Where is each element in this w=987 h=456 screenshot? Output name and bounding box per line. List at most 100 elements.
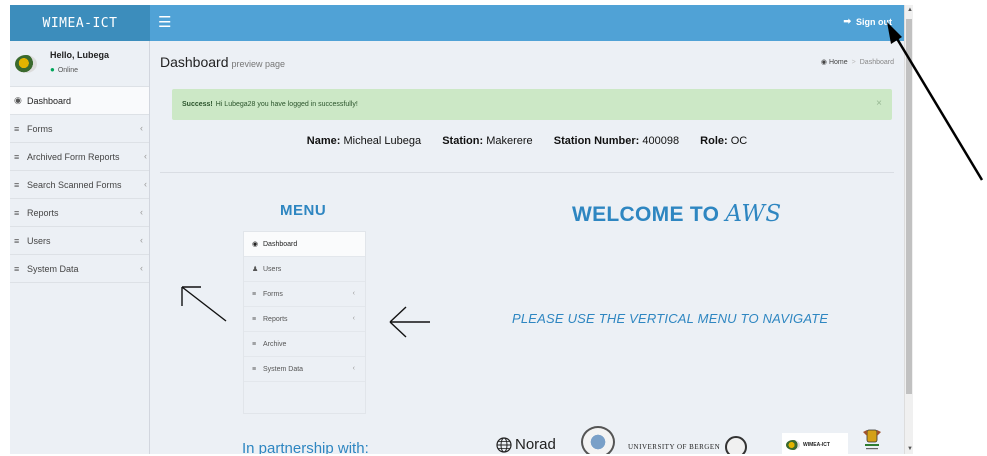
sidebar: Hello, Lubega ● Online ◉ Dashboard ≡ Form…	[10, 41, 150, 454]
breadcrumb: ◉ Home > Dashboard	[821, 58, 894, 66]
chevron-left-icon: ‹	[144, 179, 147, 189]
user-greeting: Hello, Lubega	[50, 50, 110, 60]
page-title-text: Dashboard	[160, 54, 229, 70]
sidebar-item-search-scanned-forms[interactable]: ≡ Search Scanned Forms ‹	[10, 171, 149, 199]
station-number-value: 400098	[642, 135, 680, 147]
station-label: Station:	[442, 135, 484, 147]
menu-preview-item: ≡ Archive	[244, 332, 365, 357]
menu-preview-label: Archive	[263, 340, 287, 348]
sign-out-icon: ➡	[843, 16, 851, 26]
station-number-label: Station Number:	[553, 135, 640, 147]
menu-preview-item: ♟ Users	[244, 257, 365, 282]
sidebar-item-label: Archived Form Reports	[27, 151, 120, 162]
hamburger-icon[interactable]: ☰	[158, 15, 171, 30]
welcome-prefix: WELCOME TO	[572, 203, 720, 226]
alert-strong: Success!	[182, 101, 213, 108]
list-icon: ≡	[14, 263, 20, 274]
bergen-seal-icon	[725, 436, 748, 454]
navigate-instruction: PLEASE USE THE VERTICAL MENU TO NAVIGATE	[512, 311, 829, 326]
chevron-left-icon: ‹	[352, 365, 355, 372]
menu-title: MENU	[280, 202, 327, 219]
sidebar-item-label: Reports	[27, 207, 59, 218]
success-alert: Success! Hi Lubega28 you have logged in …	[172, 89, 892, 120]
welcome-heading: WELCOME TO AWS	[572, 201, 781, 227]
sidebar-item-label: Users	[27, 235, 51, 246]
norad-text: Norad	[515, 436, 556, 453]
chevron-left-icon: ‹	[352, 315, 355, 322]
list-icon: ≡	[252, 290, 257, 298]
sign-out-label: Sign out	[856, 16, 892, 27]
chevron-left-icon: ‹	[140, 235, 143, 245]
sidebar-item-system-data[interactable]: ≡ System Data ‹	[10, 255, 149, 283]
browser-viewport: WIMEA-ICT ☰ ➡ Sign out Hello, Lubega ● On…	[10, 5, 904, 454]
chevron-left-icon: ‹	[352, 290, 355, 297]
dashboard-icon: ◉	[252, 241, 259, 248]
divider	[160, 172, 894, 173]
menu-preview-label: Forms	[263, 290, 283, 298]
sidebar-item-label: Search Scanned Forms	[27, 179, 122, 190]
wimea-mark-icon	[786, 440, 800, 450]
page-title: Dashboard preview page	[160, 54, 285, 70]
norad-logo: Norad	[496, 436, 556, 453]
list-icon: ≡	[14, 179, 20, 190]
welcome-brand: AWS	[725, 201, 782, 227]
online-dot-icon: ●	[50, 65, 55, 74]
makerere-seal-logo	[581, 426, 615, 454]
user-status: ● Online	[50, 65, 78, 74]
menu-preview-label: System Data	[263, 365, 304, 373]
breadcrumb-current: Dashboard	[859, 59, 894, 66]
menu-preview-label: Users	[263, 265, 282, 273]
menu-preview-label: Reports	[263, 315, 288, 323]
scrollbar-thumb[interactable]	[906, 19, 912, 394]
chevron-left-icon: ‹	[140, 207, 143, 217]
home-icon: ◉	[820, 59, 828, 66]
university-of-bergen-logo: UNIVERSITY OF BERGEN	[628, 436, 748, 454]
menu-preview-item: ◉ Dashboard	[244, 232, 365, 257]
app-logo[interactable]: WIMEA-ICT	[10, 5, 150, 41]
dashboard-icon: ◉	[14, 95, 22, 105]
list-icon: ≡	[14, 235, 20, 246]
vertical-scrollbar[interactable]: ▲ ▼	[904, 5, 913, 454]
name-label: Name:	[306, 135, 341, 147]
user-panel: Hello, Lubega ● Online	[10, 41, 149, 87]
close-icon[interactable]: ×	[876, 98, 882, 109]
partnership-heading: In partnership with:	[242, 440, 369, 454]
role-value: OC	[730, 135, 748, 147]
avatar	[15, 55, 37, 73]
menu-preview-image: ◉ Dashboard ♟ Users ≡ Forms ‹ ≡ Reports ‹ ≡ A…	[243, 231, 366, 414]
role-label: Role:	[700, 135, 728, 147]
scroll-down-icon[interactable]: ▼	[907, 446, 913, 452]
list-icon: ≡	[252, 315, 257, 323]
menu-preview-item: ≡ System Data ‹	[244, 357, 365, 382]
breadcrumb-separator: >	[851, 59, 856, 66]
list-icon: ≡	[252, 340, 257, 348]
menu-preview-item: ≡ Reports ‹	[244, 307, 365, 332]
list-icon: ≡	[252, 365, 257, 373]
page-subtitle: preview page	[231, 59, 286, 69]
station-value: Makerere	[486, 135, 533, 147]
top-navbar: ☰ ➡ Sign out	[150, 5, 904, 41]
sign-out-button[interactable]: ➡ Sign out	[843, 16, 892, 27]
uganda-coat-of-arms-logo	[863, 429, 881, 450]
user-icon: ♟	[252, 266, 259, 273]
scroll-up-icon[interactable]: ▲	[907, 7, 913, 13]
sidebar-item-label: System Data	[27, 263, 79, 274]
chevron-left-icon: ‹	[144, 151, 147, 161]
breadcrumb-home[interactable]: Home	[829, 59, 848, 66]
user-status-label: Online	[57, 67, 79, 74]
sidebar-item-forms[interactable]: ≡ Forms ‹	[10, 115, 149, 143]
chevron-left-icon: ‹	[140, 263, 143, 273]
alert-message: Hi Lubega28 you have logged in successfu…	[215, 101, 358, 108]
sidebar-item-label: Dashboard	[27, 95, 72, 106]
main-content: Dashboard preview page ◉ Home > Dashboard S…	[150, 41, 904, 454]
sidebar-item-reports[interactable]: ≡ Reports ‹	[10, 199, 149, 227]
list-icon: ≡	[14, 123, 20, 134]
menu-preview-label: Dashboard	[263, 240, 298, 248]
list-icon: ≡	[14, 207, 20, 218]
university-of-bergen-text: UNIVERSITY OF BERGEN	[628, 443, 721, 451]
sidebar-item-label: Forms	[27, 123, 53, 134]
wimea-logo-text: WIMEA-ICT	[803, 442, 830, 448]
sidebar-item-archived-form-reports[interactable]: ≡ Archived Form Reports ‹	[10, 143, 149, 171]
sidebar-item-users[interactable]: ≡ Users ‹	[10, 227, 149, 255]
sidebar-item-dashboard[interactable]: ◉ Dashboard	[10, 87, 149, 115]
